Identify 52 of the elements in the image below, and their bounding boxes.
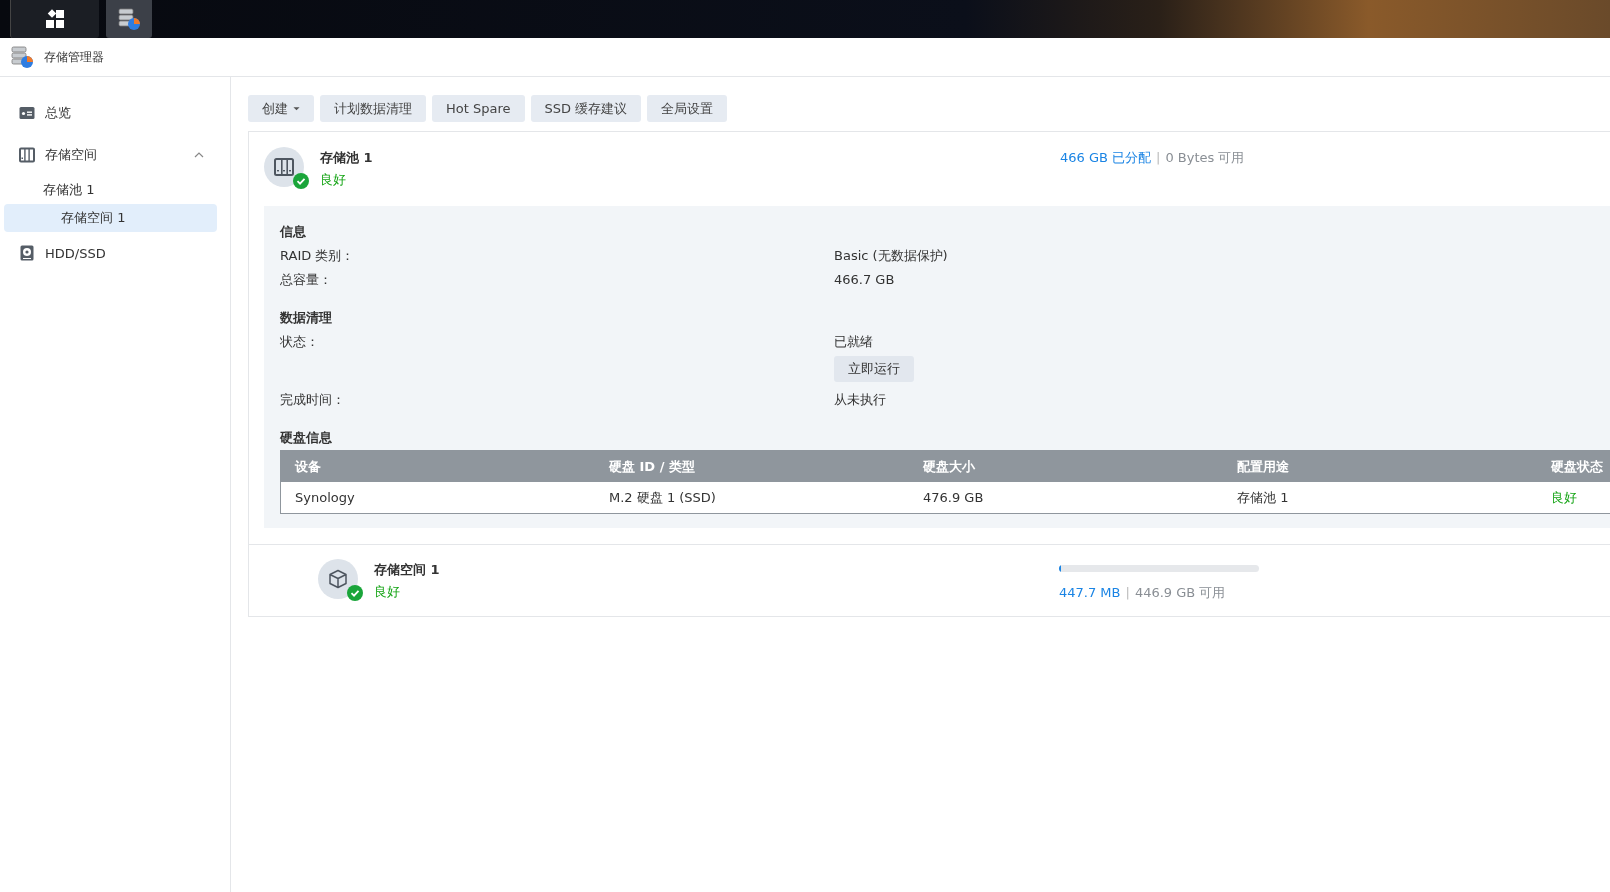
taskbar-app-button[interactable] — [106, 0, 152, 38]
storage-drives-icon — [19, 147, 35, 163]
table-cell-text: M.2 硬盘 1 (SSD) — [608, 488, 717, 507]
available-size: 0 Bytes 可用 — [1165, 150, 1245, 165]
main-menu-button[interactable] — [10, 0, 99, 38]
id-card-icon — [19, 105, 35, 121]
table-cell-text: Synology — [294, 490, 356, 505]
separator: | — [1156, 150, 1161, 165]
cube-icon — [328, 569, 348, 589]
sidebar-item[interactable]: 存储空间 1 — [4, 204, 217, 232]
section-title: 信息 — [280, 223, 307, 241]
field-value: Basic (无数据保护) — [834, 247, 948, 265]
field-label: 总容量： — [280, 271, 333, 289]
field-value: 从未执行 — [834, 391, 886, 409]
column-header: 硬盘大小 — [922, 457, 976, 476]
pool-name: 存储池 1 — [320, 149, 374, 167]
volume-name: 存储空间 1 — [374, 561, 441, 579]
toolbar-button[interactable]: 计划数据清理 — [320, 95, 426, 122]
database-chart-icon — [117, 7, 141, 31]
available-size: 446.9 GB 可用 — [1134, 585, 1226, 600]
column-header: 硬盘状态 — [1550, 457, 1604, 476]
database-chart-icon — [10, 45, 34, 69]
sidebar-item[interactable]: 总览 — [4, 92, 217, 134]
app-title: 存储管理器 — [44, 48, 104, 66]
sidebar-item[interactable]: 存储池 1 — [4, 176, 217, 204]
sidebar-item[interactable]: HDD/SSD — [4, 232, 217, 274]
section-title: 硬盘信息 — [280, 429, 333, 447]
field-label: RAID 类别： — [280, 247, 356, 265]
field-label: 状态： — [280, 333, 320, 351]
drive-bays-icon — [274, 158, 294, 176]
toolbar-button[interactable]: 全局设置 — [647, 95, 728, 122]
table-cell-text: 良好 — [1550, 488, 1578, 507]
section-title: 数据清理 — [280, 309, 333, 327]
run-now-button[interactable]: 立即运行 — [834, 356, 914, 382]
field-value: 466.7 GB — [834, 271, 895, 289]
toolbar-button[interactable]: SSD 缓存建议 — [530, 95, 642, 122]
used-size: 447.7 MB — [1059, 585, 1121, 600]
grid-icon — [45, 9, 65, 29]
toolbar-button[interactable]: 创建 — [248, 95, 314, 122]
separator: | — [1125, 585, 1130, 600]
field-label: 完成时间： — [280, 391, 346, 409]
pool-status: 良好 — [320, 171, 347, 189]
toolbar-button[interactable]: Hot Spare — [432, 95, 525, 122]
column-header: 硬盘 ID / 类型 — [608, 457, 696, 476]
volume-status: 良好 — [374, 583, 401, 601]
column-header: 设备 — [294, 457, 322, 476]
table-cell-text: 存储池 1 — [1236, 488, 1290, 507]
sidebar-item[interactable]: 存储空间 — [4, 134, 217, 176]
column-header: 配置用途 — [1236, 457, 1290, 476]
field-value: 已就绪 — [834, 333, 874, 351]
table-cell-text: 476.9 GB — [922, 490, 985, 505]
allocated-size: 466 GB 已分配 — [1060, 150, 1152, 165]
